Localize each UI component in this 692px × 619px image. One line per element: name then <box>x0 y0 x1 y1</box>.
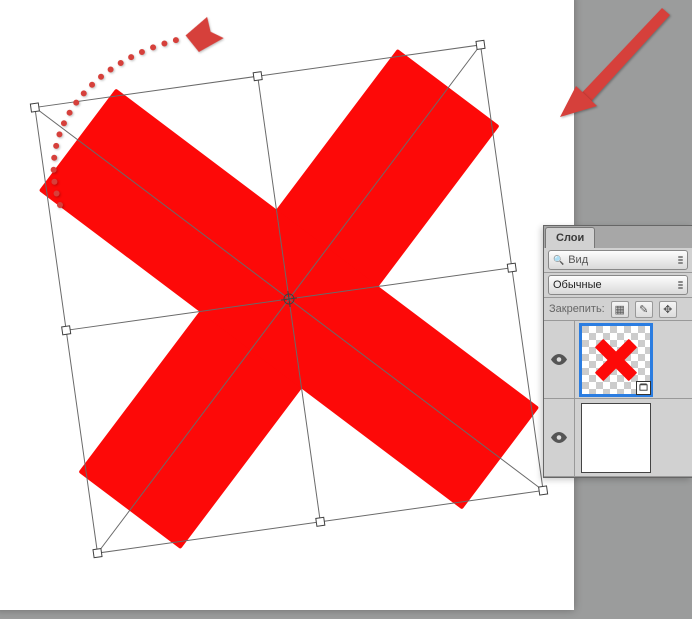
handle-tc[interactable] <box>253 72 262 81</box>
handle-tl[interactable] <box>30 103 39 112</box>
handle-bc[interactable] <box>316 517 325 526</box>
layer-filter-row: 🔍 Вид <box>544 248 692 273</box>
layer-thumbnail[interactable] <box>581 403 651 473</box>
lock-row: Закрепить: ▦ ✎ ✥ <box>544 298 692 321</box>
red-x-icon <box>593 337 639 383</box>
blend-mode-value: Обычные <box>553 279 602 291</box>
smart-object-icon <box>636 381 651 395</box>
handle-tr[interactable] <box>476 40 485 49</box>
transform-target <box>39 49 539 549</box>
lock-transparency-button[interactable]: ▦ <box>611 301 629 318</box>
eye-icon <box>551 354 567 365</box>
blend-mode-row: Обычные <box>544 273 692 298</box>
document-canvas[interactable] <box>0 0 574 610</box>
lock-position-button[interactable]: ✥ <box>659 301 677 318</box>
lock-label: Закрепить: <box>549 303 605 315</box>
layer-row[interactable] <box>544 321 692 399</box>
app-workspace: Слои 🔍 Вид Обычные Закрепить: ▦ ✎ ✥ <box>0 0 692 619</box>
visibility-toggle[interactable] <box>544 321 575 398</box>
handle-ml[interactable] <box>62 326 71 335</box>
blend-mode-dropdown[interactable]: Обычные <box>548 275 688 295</box>
visibility-toggle[interactable] <box>544 399 575 476</box>
pointer-arrow-icon <box>560 8 670 117</box>
lock-pixels-button[interactable]: ✎ <box>635 301 653 318</box>
panel-tabs: Слои <box>544 226 692 248</box>
layers-list <box>544 321 692 477</box>
handle-mr[interactable] <box>507 263 516 272</box>
search-icon: 🔍 <box>553 255 564 266</box>
filter-type-label: Вид <box>568 254 588 266</box>
eye-icon <box>551 432 567 443</box>
layer-thumbnail[interactable] <box>581 325 651 395</box>
handle-bl[interactable] <box>93 549 102 558</box>
layer-row[interactable] <box>544 399 692 477</box>
filter-type-dropdown[interactable]: 🔍 Вид <box>548 250 688 270</box>
layers-panel[interactable]: Слои 🔍 Вид Обычные Закрепить: ▦ ✎ ✥ <box>543 225 692 478</box>
handle-br[interactable] <box>539 486 548 495</box>
tab-layers[interactable]: Слои <box>545 227 595 248</box>
free-transform-box[interactable] <box>7 17 572 582</box>
